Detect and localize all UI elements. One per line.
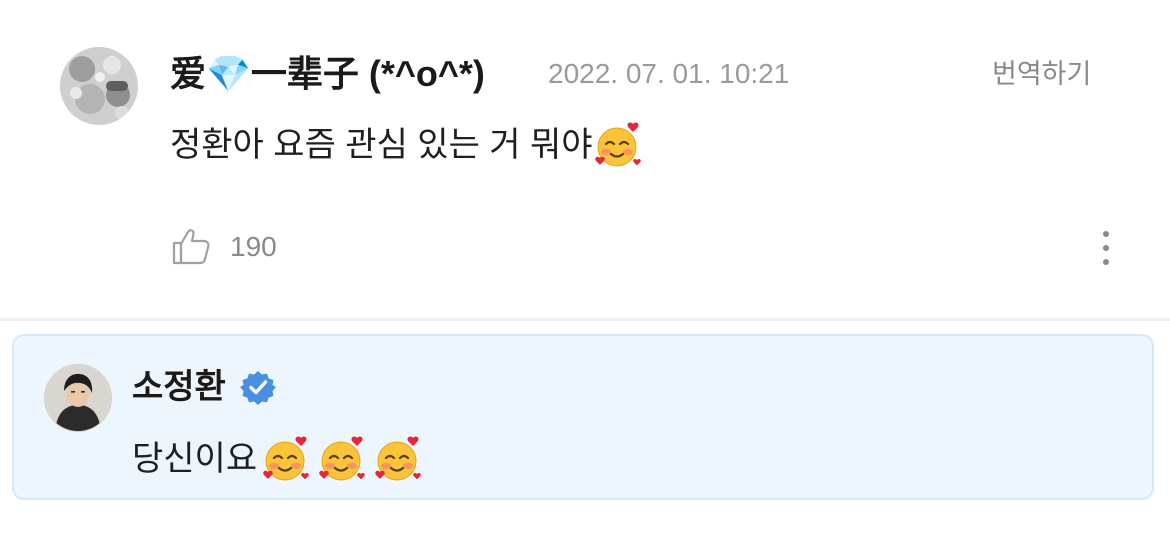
more-options-button[interactable]	[1094, 228, 1118, 268]
comment-text: 정환아 요즘 관심 있는 거 뭐야	[170, 126, 593, 164]
like-button[interactable]	[170, 226, 214, 266]
smiling-face-with-hearts-icon	[261, 434, 311, 484]
reply-body: 당신이요	[132, 434, 423, 484]
smiling-face-with-hearts-icon	[317, 434, 367, 484]
artist-reply: 소정환 당신이요	[12, 334, 1154, 500]
vertical-ellipsis-icon	[1103, 231, 1109, 265]
reply-text: 당신이요	[132, 440, 258, 478]
translate-button[interactable]: 번역하기	[992, 56, 1091, 92]
reply-author-name[interactable]: 소정환	[132, 366, 226, 408]
comment: 爱💎一辈子 (*^o^*) 2022. 07. 01. 10:21 번역하기 정…	[0, 0, 1170, 318]
comment-body: 정환아 요즘 관심 있는 거 뭐야	[170, 120, 643, 170]
smiling-face-with-hearts-icon	[593, 120, 643, 170]
commenter-avatar[interactable]	[60, 47, 138, 125]
smiling-face-with-hearts-icon	[373, 434, 423, 484]
divider	[0, 318, 1170, 321]
reply-author: 소정환	[132, 366, 276, 408]
verified-badge-icon	[239, 371, 276, 405]
comment-timestamp: 2022. 07. 01. 10:21	[548, 58, 790, 89]
reply-author-avatar[interactable]	[44, 364, 112, 432]
commenter-username[interactable]: 爱💎一辈子 (*^o^*)	[170, 52, 485, 96]
like-count: 190	[230, 231, 277, 262]
thumbs-up-icon	[172, 229, 210, 265]
